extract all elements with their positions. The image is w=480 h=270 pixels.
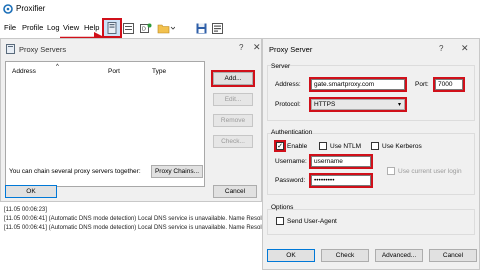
name-resolution-button[interactable]: D bbox=[138, 20, 154, 36]
enable-checkbox[interactable]: ✓ bbox=[274, 140, 286, 152]
name-resolution-icon: D bbox=[140, 23, 152, 33]
app-title: Proxifier bbox=[16, 4, 46, 13]
password-label: Password: bbox=[275, 177, 306, 184]
proxy-chains-button[interactable]: Proxy Chains... bbox=[151, 165, 203, 178]
log-line: [11.05 00:06:41] (Automatic DNS mode det… bbox=[4, 225, 262, 231]
column-header-type[interactable]: Type bbox=[152, 68, 166, 75]
cancel-button[interactable]: Cancel bbox=[429, 249, 477, 262]
proxification-rules-button[interactable] bbox=[120, 20, 136, 36]
send-user-agent-checkbox[interactable] bbox=[276, 217, 284, 225]
use-kerberos-label: Use Kerberos bbox=[382, 143, 422, 150]
menu-file[interactable]: File bbox=[4, 23, 16, 32]
chain-hint-text: You can chain several proxy servers toge… bbox=[9, 168, 141, 175]
check-button[interactable]: Check... bbox=[213, 135, 253, 148]
close-icon[interactable]: ✕ bbox=[253, 42, 261, 53]
use-kerberos-checkbox[interactable] bbox=[371, 142, 379, 150]
advanced-button[interactable]: Advanced... bbox=[375, 249, 423, 262]
sort-arrow-icon: ^ bbox=[56, 64, 59, 70]
options-group-title: Options bbox=[271, 204, 294, 211]
svg-text:D: D bbox=[142, 26, 146, 32]
username-input[interactable]: username bbox=[309, 154, 373, 169]
proxifier-logo-icon bbox=[3, 4, 13, 14]
open-profile-button[interactable] bbox=[156, 20, 176, 36]
send-user-agent-label: Send User-Agent bbox=[287, 218, 337, 225]
protocol-label: Protocol: bbox=[275, 101, 301, 108]
proxy-servers-icon bbox=[6, 44, 15, 54]
proxy-servers-dialog: Proxy Servers ? ✕ Address ^ Port Type Ad… bbox=[0, 38, 262, 202]
menu-log[interactable]: Log bbox=[47, 23, 60, 32]
column-header-port[interactable]: Port bbox=[108, 68, 120, 75]
options-button[interactable] bbox=[209, 20, 225, 36]
dialog-title: Proxy Servers bbox=[19, 45, 67, 54]
edit-button[interactable]: Edit... bbox=[213, 93, 253, 106]
use-ntlm-label: Use NTLM bbox=[330, 143, 362, 150]
cancel-button[interactable]: Cancel bbox=[213, 185, 257, 198]
enable-label: Enable bbox=[287, 143, 308, 150]
proxy-servers-icon bbox=[107, 22, 117, 34]
password-input[interactable]: ••••••••• bbox=[309, 173, 373, 188]
add-button[interactable]: Add... bbox=[211, 70, 255, 87]
menu-help[interactable]: Help bbox=[84, 23, 99, 32]
menu-profile[interactable]: Profile bbox=[22, 23, 43, 32]
save-profile-button[interactable] bbox=[193, 20, 209, 36]
ok-button[interactable]: OK bbox=[5, 185, 57, 198]
help-icon[interactable]: ? bbox=[439, 44, 443, 53]
log-line: [11.05 00:06:23] bbox=[4, 207, 47, 213]
username-label: Username: bbox=[275, 158, 307, 165]
address-label: Address: bbox=[275, 81, 301, 88]
protocol-select[interactable]: HTTPS ▾ bbox=[309, 97, 407, 112]
use-current-user-checkbox[interactable] bbox=[387, 167, 395, 175]
check-button[interactable]: Check bbox=[321, 249, 369, 262]
proxy-server-dialog: Proxy Server ? ✕ Server Address: gate.sm… bbox=[262, 38, 480, 270]
remove-button[interactable]: Remove bbox=[213, 114, 253, 127]
column-header-address[interactable]: Address bbox=[12, 68, 36, 75]
options-icon bbox=[211, 22, 223, 34]
close-icon[interactable]: ✕ bbox=[461, 43, 469, 54]
port-label: Port: bbox=[415, 81, 429, 88]
title-bar: Proxifier bbox=[0, 0, 480, 18]
port-input[interactable]: 7000 bbox=[433, 77, 465, 92]
chevron-down-icon: ▾ bbox=[397, 102, 401, 108]
server-group bbox=[267, 65, 475, 121]
log-line: [11.05 00:06:41] (Automatic DNS mode det… bbox=[4, 216, 262, 222]
help-icon[interactable]: ? bbox=[239, 43, 243, 52]
protocol-value: HTTPS bbox=[314, 101, 336, 108]
menu-view[interactable]: View bbox=[63, 23, 79, 32]
address-input[interactable]: gate.smartproxy.com bbox=[309, 77, 407, 92]
use-current-user-label: Use current user login bbox=[398, 168, 462, 175]
ok-button[interactable]: OK bbox=[267, 249, 315, 262]
proxy-servers-button[interactable] bbox=[102, 18, 122, 38]
proxification-rules-icon bbox=[122, 22, 134, 34]
authentication-group-title: Authentication bbox=[271, 129, 313, 136]
server-group-title: Server bbox=[271, 63, 291, 70]
use-ntlm-checkbox[interactable] bbox=[319, 142, 327, 150]
dialog-title: Proxy Server bbox=[269, 45, 313, 54]
open-folder-icon bbox=[157, 24, 175, 33]
save-icon bbox=[196, 23, 206, 33]
